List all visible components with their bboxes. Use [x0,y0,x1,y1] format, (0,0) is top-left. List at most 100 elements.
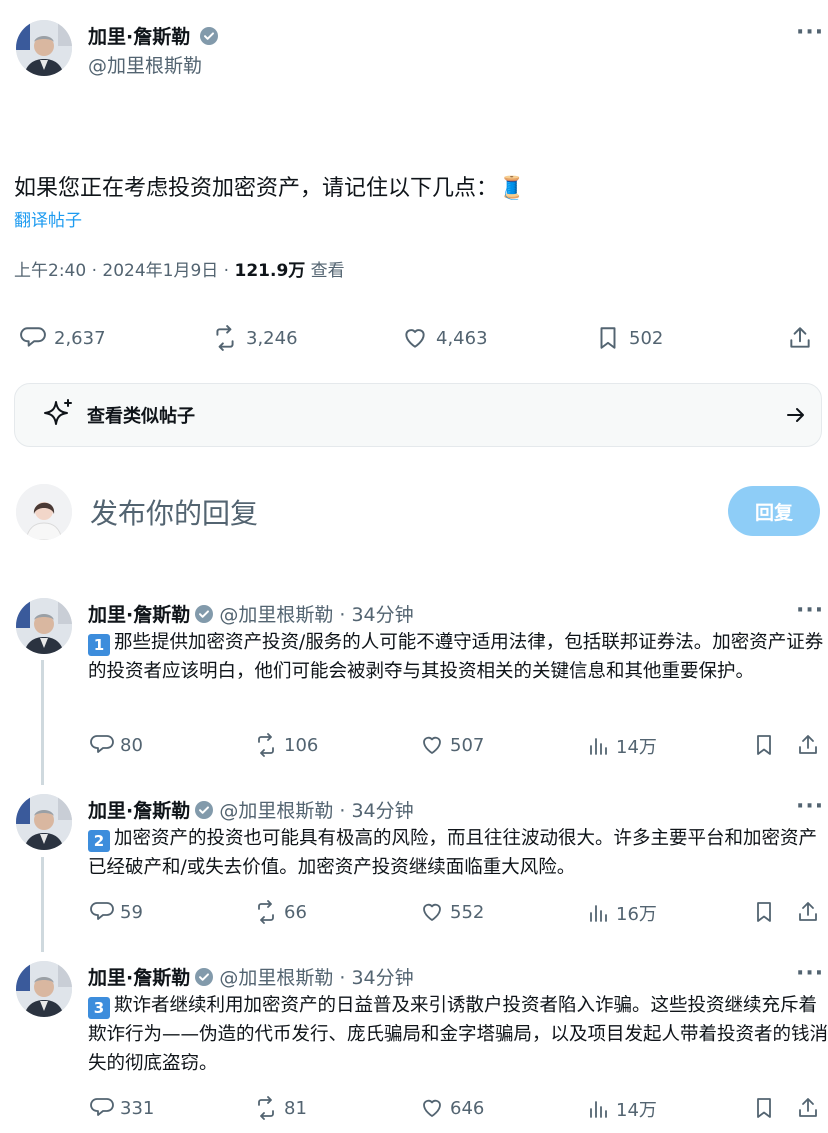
reply-like-action[interactable]: 507 [420,733,484,757]
verified-badge-icon [194,800,215,820]
reply-like-action[interactable]: 646 [420,1096,484,1120]
reply-bookmark-action[interactable] [752,1096,782,1120]
similar-posts-label: 查看类似帖子 [87,406,195,427]
post-view-count: 121.9万 [234,261,306,281]
reply-header: 加里·詹斯勒 @加里根斯勒 · 34分钟 [88,796,414,823]
reply-repost-action[interactable]: 66 [254,900,307,924]
reply-time[interactable]: · 34分钟 [333,967,413,989]
post-text: 如果您正在考虑投资加密资产，请记住以下几点：🧵 [14,170,525,202]
reply-text-content: 那些提供加密资产投资/服务的人可能不遵守适用法律，包括联邦证券法。加密资产证券的… [88,632,824,682]
share-icon [799,902,817,921]
author-info: 加里·詹斯勒 @加里根斯勒 [88,22,220,78]
post-timestamp[interactable]: 上午2:40 · 2024年1月9日 · [14,261,235,281]
repost-action[interactable]: 3,246 [212,325,298,351]
number-badge: 2 [88,830,110,852]
reply-author-name[interactable]: 加里·詹斯勒 [88,800,190,822]
repost-count: 3,246 [246,327,298,349]
reply-author-handle[interactable]: @加里根斯勒 [219,604,333,626]
author-handle[interactable]: @加里根斯勒 [88,51,219,78]
reply-avatar[interactable] [16,598,72,654]
repost-icon [258,733,274,757]
post-meta: 上午2:40 · 2024年1月9日 · 121.9万 查看 [14,256,345,281]
post-text-content: 如果您正在考虑投资加密资产，请记住以下几点： [14,176,499,201]
reply-views-action[interactable]: 16万 [586,900,657,926]
thread-emoji-icon: 🧵 [498,176,526,201]
like-icon [423,736,441,754]
share-action[interactable] [787,325,821,351]
reply-bookmark-action[interactable] [752,733,782,757]
repost-icon [216,325,234,351]
reply-views-action[interactable]: 14万 [586,1096,657,1122]
like-count: 4,463 [436,327,488,349]
reply-author-handle[interactable]: @加里根斯勒 [219,800,333,822]
sparkle-icon [44,399,72,425]
reply-time[interactable]: · 34分钟 [333,800,413,822]
reply-action[interactable]: 2,637 [20,325,106,351]
reply-avatar-image [16,598,72,654]
reply-bookmark-action[interactable] [752,900,782,924]
current-user-avatar[interactable] [16,484,72,540]
author-name[interactable]: 加里·詹斯勒 [88,26,190,48]
author-avatar[interactable] [16,20,72,76]
reply-header: 加里·詹斯勒 @加里根斯勒 · 34分钟 [88,963,414,990]
more-options-icon[interactable]: ··· [796,598,824,623]
reply-share-action[interactable] [796,733,826,757]
reply-avatar[interactable] [16,794,72,850]
views-icon [590,905,607,922]
reply-composer-input[interactable]: 发布你的回复 [90,492,258,532]
reply-view-count: 14万 [616,1100,657,1121]
reply-time[interactable]: · 34分钟 [333,604,413,626]
reply-comment-count: 80 [120,734,143,756]
bookmark-count: 502 [629,327,664,349]
reply-icon [90,735,114,753]
reply-repost-count: 81 [284,1097,307,1119]
author-avatar-image [16,20,72,76]
repost-icon [258,1096,274,1120]
verified-badge-icon [199,26,220,46]
like-icon [405,329,425,348]
reply-view-count: 14万 [616,737,657,758]
reply-share-action[interactable] [796,900,826,924]
number-badge: 1 [88,634,110,656]
reply-avatar-image [16,961,72,1017]
reply-comment-action[interactable]: 59 [90,900,143,924]
like-action[interactable]: 4,463 [402,325,488,351]
views-icon [590,1101,607,1118]
similar-posts-button[interactable]: 查看类似帖子 [14,383,822,447]
reply-repost-action[interactable]: 81 [254,1096,307,1120]
current-user-avatar-image [16,484,72,540]
bookmark-action[interactable]: 502 [595,325,663,351]
reply-like-action[interactable]: 552 [420,900,484,924]
like-icon [423,1099,441,1117]
post-views-label: 查看 [305,261,345,281]
more-options-icon[interactable]: ··· [796,961,824,986]
reply-views-action[interactable]: 14万 [586,733,657,759]
reply-text: 3 欺诈者继续利用加密资产的日益普及来引诱散户投资者陷入诈骗。这些投资继续充斥着欺… [88,991,828,1078]
reply-share-action[interactable] [796,1096,826,1120]
translate-post-link[interactable]: 翻译帖子 [14,206,82,231]
reply-author-name[interactable]: 加里·詹斯勒 [88,967,190,989]
reply-count: 2,637 [54,327,106,349]
reply-like-count: 646 [450,1097,485,1119]
reply-repost-action[interactable]: 106 [254,733,318,757]
reply-author-name[interactable]: 加里·詹斯勒 [88,604,190,626]
reply-text-content: 加密资产的投资也可能具有极高的风险，而且往往波动很大。许多主要平台和加密资产已经… [88,828,818,878]
thread-connector-line [41,660,44,785]
reply-icon [90,1098,114,1116]
more-options-icon[interactable]: ··· [796,794,824,819]
reply-like-count: 507 [450,734,485,756]
bookmark-icon [757,735,771,755]
reply-submit-button[interactable]: 回复 [728,486,820,536]
reply-view-count: 16万 [616,904,657,925]
like-icon [423,903,441,921]
reply-comment-action[interactable]: 80 [90,733,143,757]
more-options-icon[interactable]: ··· [796,20,824,45]
reply-author-handle[interactable]: @加里根斯勒 [219,967,333,989]
reply-avatar[interactable] [16,961,72,1017]
reply-text-content: 欺诈者继续利用加密资产的日益普及来引诱散户投资者陷入诈骗。这些投资继续充斥着欺诈… [88,995,828,1074]
bookmark-icon [757,902,771,922]
reply-comment-action[interactable]: 331 [90,1096,154,1120]
reply-avatar-image [16,794,72,850]
number-badge: 3 [88,997,110,1019]
reply-repost-count: 66 [284,901,307,923]
